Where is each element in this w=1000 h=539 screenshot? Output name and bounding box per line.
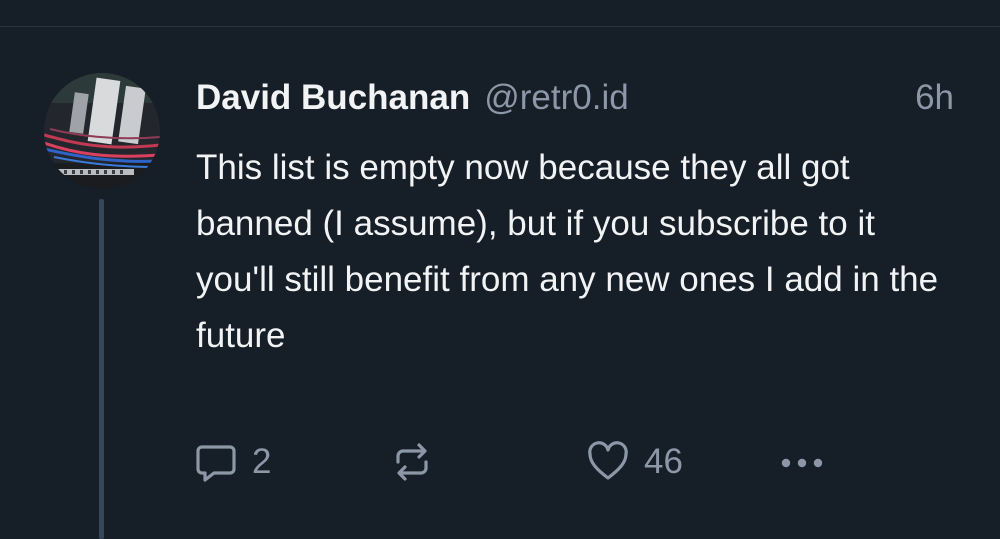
repost-arrows-icon <box>396 443 428 481</box>
like-count: 46 <box>644 442 683 481</box>
thread-line <box>99 199 104 539</box>
ellipsis-icon <box>781 458 823 468</box>
post-text: This list is empty now because they all … <box>196 148 939 355</box>
post-header: David Buchanan @retr0.id <box>196 78 629 122</box>
post-timestamp[interactable]: 6h <box>915 78 954 118</box>
reply-count: 2 <box>252 442 272 481</box>
reply-button[interactable]: 2 <box>194 438 271 486</box>
top-divider <box>0 26 1000 27</box>
author-name[interactable]: David Buchanan <box>196 78 470 118</box>
avatar[interactable] <box>44 73 160 189</box>
repost-button[interactable] <box>390 438 434 486</box>
circuit-board-avatar-icon <box>44 73 160 189</box>
like-button[interactable]: 46 <box>586 438 683 486</box>
speech-bubble-icon <box>196 445 236 482</box>
author-handle[interactable]: @retr0.id <box>484 78 628 118</box>
more-options-button[interactable] <box>778 438 826 486</box>
heart-icon <box>588 441 628 480</box>
